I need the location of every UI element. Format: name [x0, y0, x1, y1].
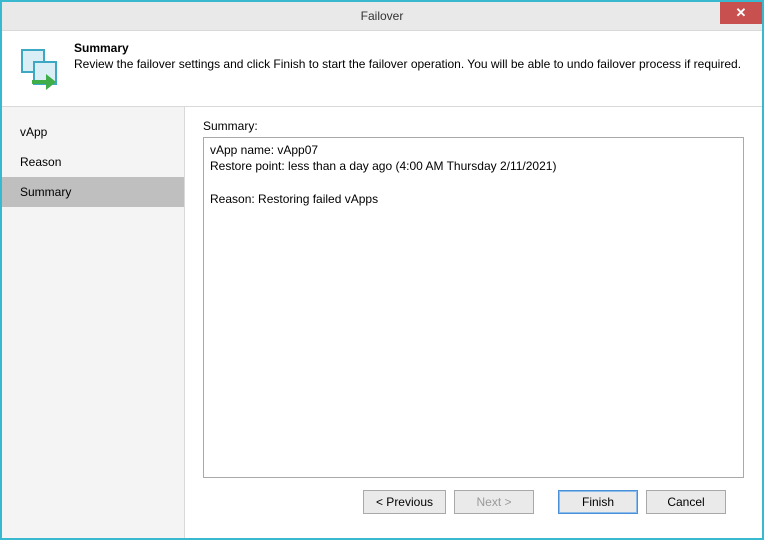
sidebar-item-reason[interactable]: Reason — [2, 147, 184, 177]
wizard-sidebar: vApp Reason Summary — [2, 107, 185, 538]
page-description: Review the failover settings and click F… — [74, 57, 741, 71]
sidebar-item-label: Summary — [20, 185, 71, 199]
sidebar-item-vapp[interactable]: vApp — [2, 117, 184, 147]
wizard-header: Summary Review the failover settings and… — [2, 31, 762, 107]
sidebar-item-label: Reason — [20, 155, 61, 169]
wizard-button-row: < Previous Next > Finish Cancel — [203, 490, 744, 528]
titlebar: Failover ✕ — [2, 2, 762, 31]
button-spacer — [542, 490, 550, 514]
cancel-button[interactable]: Cancel — [646, 490, 726, 514]
wizard-header-text: Summary Review the failover settings and… — [74, 41, 741, 71]
wizard-body: vApp Reason Summary Summary: vApp name: … — [2, 107, 762, 538]
summary-section-label: Summary: — [203, 119, 744, 133]
window-title: Failover — [361, 9, 404, 23]
previous-button[interactable]: < Previous — [363, 490, 446, 514]
next-button: Next > — [454, 490, 534, 514]
sidebar-item-label: vApp — [20, 125, 47, 139]
page-heading: Summary — [74, 41, 741, 55]
wizard-main: Summary: vApp name: vApp07 Restore point… — [185, 107, 762, 538]
close-button[interactable]: ✕ — [720, 2, 762, 24]
failover-icon — [16, 46, 64, 94]
sidebar-item-summary[interactable]: Summary — [2, 177, 184, 207]
failover-wizard-window: Failover ✕ Summary Review the failover s… — [0, 0, 764, 540]
finish-button[interactable]: Finish — [558, 490, 638, 514]
close-icon: ✕ — [736, 5, 747, 21]
summary-textbox[interactable]: vApp name: vApp07 Restore point: less th… — [203, 137, 744, 478]
